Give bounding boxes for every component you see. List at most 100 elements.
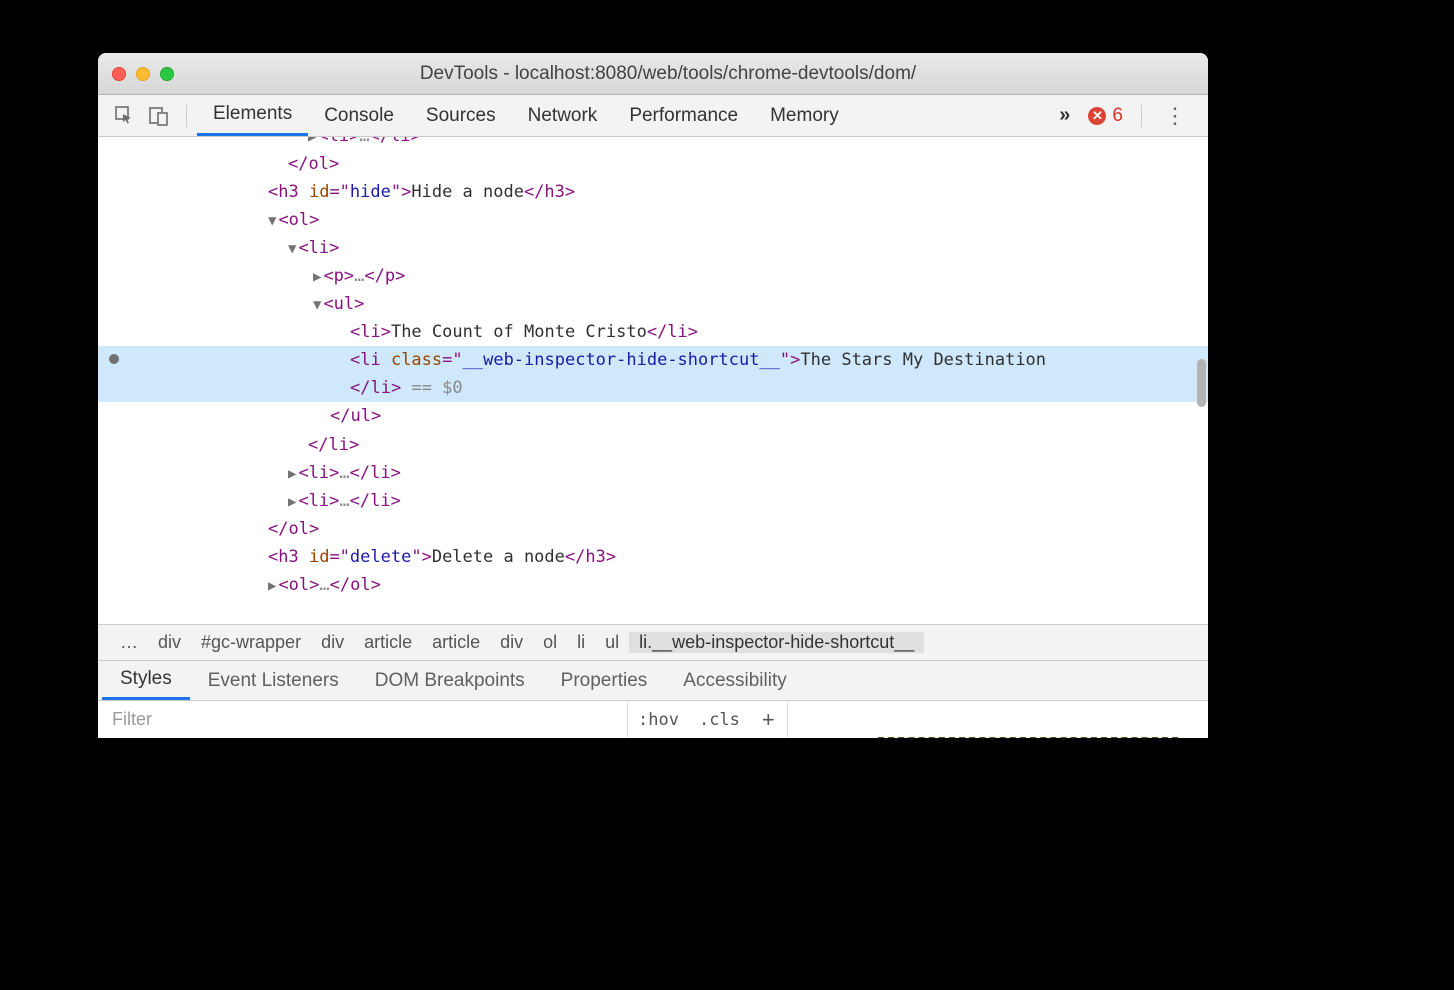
dom-tree-line[interactable]: ▶<li>…</li> bbox=[98, 137, 1208, 150]
dom-tree-line[interactable]: </li> bbox=[98, 431, 1208, 459]
dom-tree-line[interactable]: <h3 id="delete">Delete a node</h3> bbox=[98, 543, 1208, 571]
dom-token: <li> bbox=[298, 463, 339, 483]
dom-tree-line[interactable]: ▶<ol>…</ol> bbox=[98, 571, 1208, 599]
error-icon: ✕ bbox=[1088, 107, 1106, 125]
tabs-overflow-button[interactable]: » bbox=[1049, 104, 1080, 127]
breadcrumb-item-selected[interactable]: li.__web-inspector-hide-shortcut__ bbox=[629, 632, 924, 653]
dom-token: </li> bbox=[350, 463, 401, 483]
dom-token: <ul> bbox=[323, 294, 364, 314]
subtab-dom-breakpoints[interactable]: DOM Breakpoints bbox=[357, 661, 543, 700]
disclosure-triangle-icon[interactable]: ▶ bbox=[288, 463, 296, 486]
dom-token: =" bbox=[329, 182, 349, 202]
disclosure-triangle-icon[interactable]: ▼ bbox=[268, 210, 276, 233]
device-toolbar-icon[interactable] bbox=[146, 103, 172, 129]
disclosure-triangle-icon[interactable]: ▶ bbox=[268, 575, 276, 598]
dom-tree-line[interactable]: ▼<li> bbox=[98, 234, 1208, 262]
subtab-styles[interactable]: Styles bbox=[102, 661, 190, 700]
breadcrumb-item[interactable]: article bbox=[422, 632, 490, 653]
disclosure-triangle-icon[interactable]: ▶ bbox=[313, 266, 321, 289]
dom-tree-line[interactable]: ▶<p>…</p> bbox=[98, 262, 1208, 290]
dom-tree-line[interactable]: </ul> bbox=[98, 402, 1208, 430]
dom-breadcrumbs: … div #gc-wrapper div article article di… bbox=[98, 624, 1208, 660]
toolbar-separator bbox=[1141, 105, 1142, 127]
dom-token: </ol> bbox=[330, 575, 381, 595]
devtools-window: DevTools - localhost:8080/web/tools/chro… bbox=[98, 53, 1208, 738]
dom-tree-line[interactable]: </ol> bbox=[98, 515, 1208, 543]
breadcrumb-ellipsis[interactable]: … bbox=[110, 632, 148, 653]
tab-network[interactable]: Network bbox=[512, 95, 614, 136]
dom-token: </li> bbox=[308, 435, 359, 455]
styles-actions: :hov .cls + bbox=[628, 701, 788, 738]
disclosure-triangle-icon[interactable]: ▼ bbox=[313, 294, 321, 317]
breadcrumb-item[interactable]: div bbox=[490, 632, 533, 653]
breadcrumb-item[interactable]: ul bbox=[595, 632, 629, 653]
hidden-node-marker-icon bbox=[109, 354, 119, 364]
minimize-window-button[interactable] bbox=[136, 67, 150, 81]
error-count: 6 bbox=[1112, 105, 1123, 127]
dom-token: == $0 bbox=[401, 378, 462, 398]
disclosure-triangle-icon[interactable]: ▶ bbox=[288, 491, 296, 514]
window-titlebar: DevTools - localhost:8080/web/tools/chro… bbox=[98, 53, 1208, 95]
error-badge[interactable]: ✕ 6 bbox=[1080, 105, 1131, 127]
dom-token: "> bbox=[411, 547, 431, 567]
dom-token: </ol> bbox=[268, 519, 319, 539]
dom-token: Hide a node bbox=[411, 182, 524, 202]
dom-token: <h3 bbox=[268, 547, 309, 567]
dom-tree-line[interactable]: ▼<ol> bbox=[98, 206, 1208, 234]
subtab-properties[interactable]: Properties bbox=[543, 661, 666, 700]
breadcrumb-item[interactable]: div bbox=[311, 632, 354, 653]
settings-menu-button[interactable]: ⋮ bbox=[1152, 103, 1198, 129]
scrollbar-thumb[interactable] bbox=[1197, 359, 1206, 407]
dom-token: "> bbox=[780, 350, 800, 370]
tab-memory[interactable]: Memory bbox=[754, 95, 855, 136]
main-tabs: Elements Console Sources Network Perform… bbox=[197, 95, 855, 136]
dom-token: </ol> bbox=[288, 154, 339, 174]
dom-tree-line[interactable]: </ol> bbox=[98, 150, 1208, 178]
dom-token: <ol> bbox=[278, 210, 319, 230]
toolbar-separator bbox=[186, 105, 187, 127]
tab-elements[interactable]: Elements bbox=[197, 95, 308, 136]
dom-token: … bbox=[339, 463, 349, 483]
dom-token: … bbox=[354, 266, 364, 286]
breadcrumb-item[interactable]: li bbox=[567, 632, 595, 653]
dom-token: Delete a node bbox=[432, 547, 565, 567]
new-style-rule-button[interactable]: + bbox=[750, 707, 787, 733]
tab-sources[interactable]: Sources bbox=[410, 95, 512, 136]
dom-token: The Count of Monte Cristo bbox=[391, 322, 647, 342]
tab-performance[interactable]: Performance bbox=[613, 95, 754, 136]
subtab-accessibility[interactable]: Accessibility bbox=[665, 661, 804, 700]
dom-token: </li> bbox=[350, 378, 401, 398]
dom-token: __web-inspector-hide-shortcut__ bbox=[463, 350, 780, 370]
breadcrumb-item[interactable]: ol bbox=[533, 632, 567, 653]
breadcrumb-item[interactable]: div bbox=[148, 632, 191, 653]
dom-token: </p> bbox=[364, 266, 405, 286]
dom-token: <li> bbox=[298, 491, 339, 511]
dom-tree-line[interactable]: ▼<ul> bbox=[98, 290, 1208, 318]
dom-token: The Stars My Destination bbox=[800, 350, 1046, 370]
dom-tree-line[interactable]: </li> == $0 bbox=[98, 374, 1208, 402]
breadcrumb-item[interactable]: #gc-wrapper bbox=[191, 632, 311, 653]
disclosure-triangle-icon[interactable]: ▶ bbox=[308, 137, 316, 149]
elements-dom-tree[interactable]: ▶<li>…</li></ol><h3 id="hide">Hide a nod… bbox=[98, 137, 1208, 624]
disclosure-triangle-icon[interactable]: ▼ bbox=[288, 238, 296, 261]
close-window-button[interactable] bbox=[112, 67, 126, 81]
styles-filter-input[interactable] bbox=[98, 701, 628, 738]
dom-tree-line[interactable]: ▶<li>…</li> bbox=[98, 487, 1208, 515]
dom-token: <ol> bbox=[278, 575, 319, 595]
inspect-element-icon[interactable] bbox=[112, 103, 138, 129]
maximize-window-button[interactable] bbox=[160, 67, 174, 81]
breadcrumb-item[interactable]: article bbox=[354, 632, 422, 653]
dom-token: </h3> bbox=[565, 547, 616, 567]
styles-toolbar: :hov .cls + bbox=[98, 700, 1208, 738]
dom-tree-line[interactable]: <h3 id="hide">Hide a node</h3> bbox=[98, 178, 1208, 206]
dom-tree-line[interactable]: <li class="__web-inspector-hide-shortcut… bbox=[98, 346, 1208, 374]
tab-console[interactable]: Console bbox=[308, 95, 410, 136]
dom-tree-line[interactable]: <li>The Count of Monte Cristo</li> bbox=[98, 318, 1208, 346]
dom-token: <li bbox=[350, 350, 391, 370]
dom-tree-line[interactable]: ▶<li>…</li> bbox=[98, 459, 1208, 487]
toggle-cls-button[interactable]: .cls bbox=[689, 710, 750, 730]
toggle-hover-button[interactable]: :hov bbox=[628, 710, 689, 730]
subtab-event-listeners[interactable]: Event Listeners bbox=[190, 661, 357, 700]
dom-token: hide bbox=[350, 182, 391, 202]
dom-token: delete bbox=[350, 547, 411, 567]
